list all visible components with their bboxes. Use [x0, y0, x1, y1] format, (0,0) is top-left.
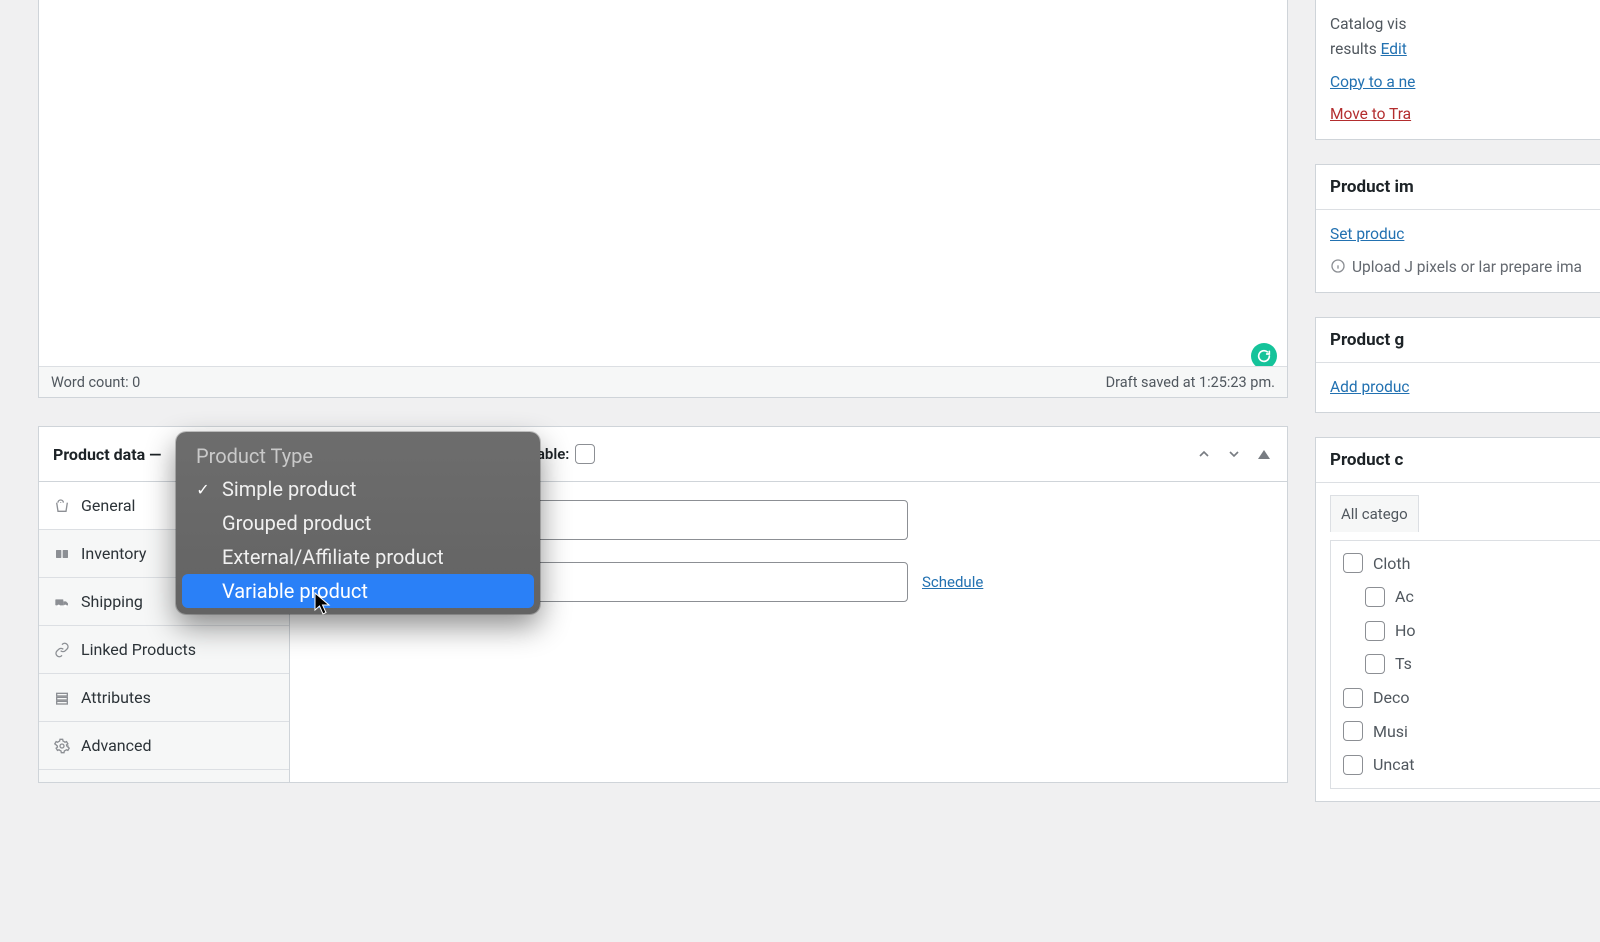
categories-tab-all[interactable]: All catego: [1330, 495, 1419, 532]
option-label: Simple product: [222, 477, 356, 501]
category-label: Musi: [1373, 719, 1408, 745]
product-image-title: Product im: [1316, 165, 1600, 210]
copy-to-draft-link[interactable]: Copy to a ne: [1330, 70, 1600, 95]
product-image-widget: Product im Set produc Upload J pixels or…: [1315, 164, 1600, 293]
general-icon: [53, 497, 71, 515]
publish-widget: Catalog vis results Edit Copy to a ne Mo…: [1315, 0, 1600, 140]
tab-label: Linked Products: [81, 640, 196, 659]
category-item[interactable]: Uncat: [1343, 752, 1600, 778]
attributes-icon: [53, 689, 71, 707]
checkbox-icon: [1365, 587, 1385, 607]
tab-label: Attributes: [81, 688, 151, 707]
category-label: Ts: [1395, 651, 1412, 677]
dropdown-option[interactable]: Grouped product: [182, 506, 534, 540]
advanced-icon: [53, 737, 71, 755]
upload-note: Upload J pixels or lar prepare ima: [1330, 255, 1600, 280]
category-item[interactable]: Cloth: [1343, 551, 1600, 577]
category-label: Uncat: [1373, 752, 1415, 778]
checkbox-icon: [1343, 553, 1363, 573]
move-to-trash-link[interactable]: Move to Tra: [1330, 102, 1600, 127]
category-item[interactable]: Deco: [1343, 685, 1600, 711]
category-item[interactable]: Musi: [1343, 719, 1600, 745]
dropdown-group-label: Product Type: [182, 438, 534, 472]
option-label: Grouped product: [222, 511, 371, 535]
category-label: Cloth: [1373, 551, 1410, 577]
linked-icon: [53, 641, 71, 659]
product-gallery-widget: Product g Add produc: [1315, 317, 1600, 413]
content-editor[interactable]: Word count: 0 Draft saved at 1:25:23 pm.: [38, 0, 1288, 398]
tab-attributes[interactable]: Attributes: [39, 674, 289, 722]
product-categories-widget: Product c All catego Cloth Ac Ho Ts Deco Musi…: [1315, 437, 1600, 802]
category-checklist: Cloth Ac Ho Ts Deco Musi Uncat: [1330, 540, 1600, 789]
dropdown-option[interactable]: Variable product: [182, 574, 534, 608]
category-label: Ho: [1395, 618, 1416, 644]
dropdown-option[interactable]: External/Affiliate product: [182, 540, 534, 574]
panel-controls: [1195, 445, 1273, 463]
checkbox-icon: [575, 444, 595, 464]
inventory-icon: [53, 545, 71, 563]
tab-label: Inventory: [81, 544, 147, 563]
option-label: External/Affiliate product: [222, 545, 444, 569]
tab-label: Shipping: [81, 592, 143, 611]
dropdown-option[interactable]: ✓ Simple product: [182, 472, 534, 506]
product-data-title: Product data —: [53, 445, 161, 464]
edit-visibility-link[interactable]: Edit: [1381, 40, 1407, 58]
check-icon: ✓: [194, 480, 212, 499]
add-product-gallery-link[interactable]: Add produc: [1330, 375, 1600, 400]
checkbox-icon: [1343, 688, 1363, 708]
checkbox-icon: [1343, 721, 1363, 741]
move-up-icon[interactable]: [1195, 445, 1213, 463]
move-down-icon[interactable]: [1225, 445, 1243, 463]
catalog-visibility-line: Catalog vis results Edit: [1330, 12, 1600, 62]
product-gallery-title: Product g: [1316, 318, 1600, 363]
shipping-icon: [53, 593, 71, 611]
tab-label: Advanced: [81, 736, 152, 755]
set-product-image-link[interactable]: Set produc: [1330, 222, 1600, 247]
tab-linked[interactable]: Linked Products: [39, 626, 289, 674]
checkbox-icon: [1365, 654, 1385, 674]
category-label: Deco: [1373, 685, 1409, 711]
product-categories-title: Product c: [1316, 438, 1600, 483]
category-label: Ac: [1395, 584, 1414, 610]
product-type-dropdown[interactable]: Product Type ✓ Simple product Grouped prod…: [176, 432, 540, 614]
sale-price-input[interactable]: [496, 562, 908, 602]
schedule-link[interactable]: Schedule: [922, 573, 983, 591]
checkbox-icon: [1365, 621, 1385, 641]
draft-saved: Draft saved at 1:25:23 pm.: [1106, 374, 1275, 391]
category-item[interactable]: Ac: [1365, 584, 1600, 610]
regular-price-input[interactable]: [496, 500, 908, 540]
editor-status-bar: Word count: 0 Draft saved at 1:25:23 pm.: [39, 366, 1287, 397]
option-label: Variable product: [222, 579, 368, 603]
collapse-toggle-icon[interactable]: [1255, 445, 1273, 463]
word-count: Word count: 0: [51, 374, 140, 391]
checkbox-icon: [1343, 755, 1363, 775]
tab-advanced[interactable]: Advanced: [39, 722, 289, 770]
category-item[interactable]: Ts: [1365, 651, 1600, 677]
category-item[interactable]: Ho: [1365, 618, 1600, 644]
tab-label: General: [81, 496, 135, 515]
